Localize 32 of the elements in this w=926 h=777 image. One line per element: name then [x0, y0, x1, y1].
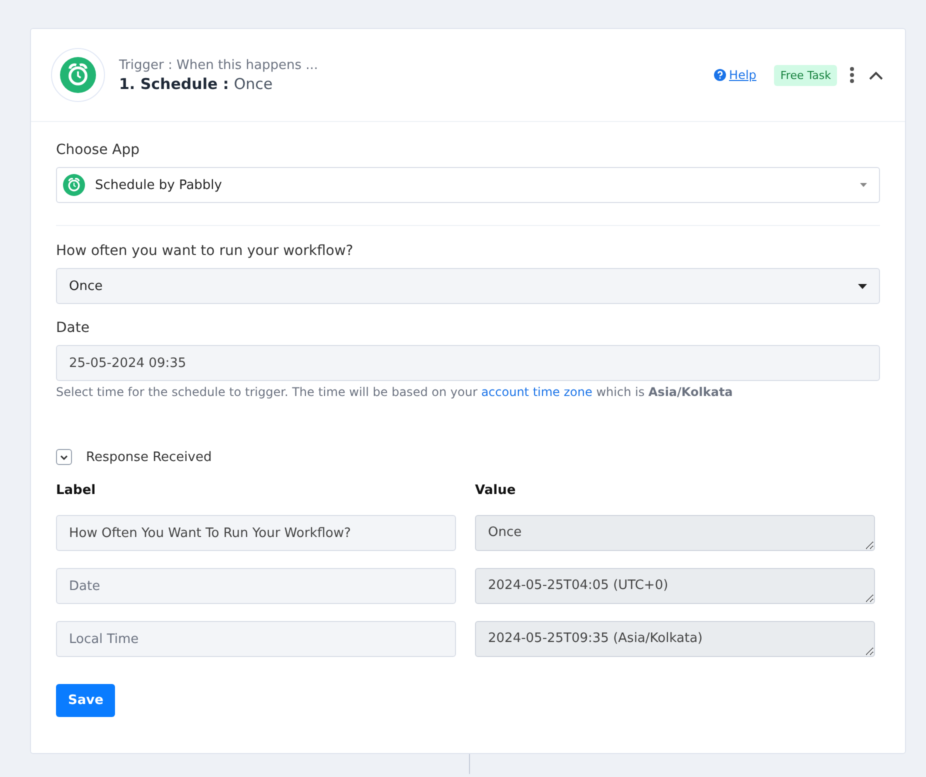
expand-toggle[interactable] — [56, 449, 72, 465]
frequency-select[interactable]: Once — [56, 268, 880, 304]
label-field[interactable]: How Often You Want To Run Your Workflow? — [56, 515, 456, 551]
caret-icon — [858, 284, 867, 288]
column-header: Label — [56, 483, 97, 498]
chevron-up-icon[interactable] — [869, 70, 883, 80]
plan-badge: Free Task — [774, 64, 837, 86]
save-button[interactable]: Save — [56, 684, 116, 717]
step-title: 1. Schedule : — [119, 74, 229, 92]
step-value: Once — [234, 74, 273, 92]
label-field[interactable]: Local Time — [56, 621, 456, 657]
caret-icon — [860, 183, 867, 187]
section-label: Response Received — [86, 450, 212, 464]
label-field[interactable]: Date — [56, 568, 456, 604]
field-label: Choose App — [56, 142, 140, 158]
alarm-clock-icon — [60, 57, 96, 93]
value-field[interactable]: 2024-05-25T09:35 (Asia/Kolkata) — [475, 621, 875, 657]
time-zone-link[interactable]: account time zone — [481, 385, 592, 399]
field-label: How often you want to run your workflow? — [56, 243, 354, 259]
chevron-down-icon — [60, 454, 68, 460]
more-options-icon[interactable] — [849, 67, 855, 83]
help-icon — [714, 69, 726, 81]
column-header: Value — [475, 483, 517, 498]
value-field[interactable]: 2024-05-25T04:05 (UTC+0) — [475, 568, 875, 604]
help-link[interactable]: Help — [714, 68, 756, 82]
field-label: Date — [56, 320, 90, 336]
alarm-clock-icon — [63, 174, 85, 196]
trigger-subtitle: Trigger : When this happens ... — [119, 58, 320, 72]
date-hint: Select time for the schedule to trigger. The time will be based on your account time zone which is Asia/Kolkata — [56, 385, 734, 399]
value-field[interactable]: Once — [475, 515, 875, 551]
app-select[interactable]: Schedule by Pabbly — [56, 167, 880, 203]
datetime-input[interactable]: 25-05-2024 09:35 — [56, 345, 880, 381]
